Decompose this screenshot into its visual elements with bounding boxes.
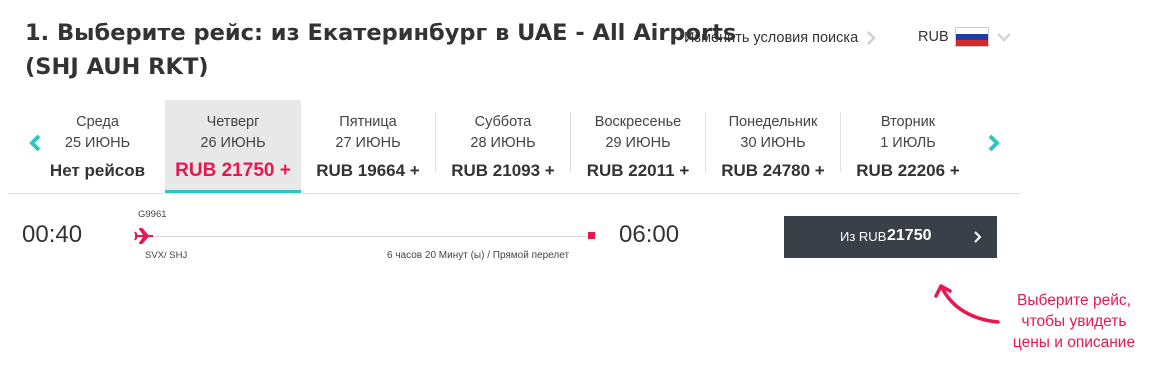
route-line: [150, 236, 588, 237]
day-name: Четверг: [206, 114, 260, 130]
day-price: RUB 24780 +: [721, 161, 825, 180]
day-date: 27 ИЮНЬ: [335, 135, 401, 151]
button-prefix: Из RUB: [840, 229, 887, 244]
day-name: Суббота: [474, 114, 532, 130]
hint-line1: Выберите рейс,: [1017, 292, 1131, 309]
chevron-down-icon: [996, 33, 1011, 42]
currency-code: RUB: [918, 29, 949, 45]
russia-flag-icon: [954, 27, 989, 47]
date-tab-wednesday[interactable]: Среда 25 ИЮНЬ Нет рейсов: [30, 100, 165, 194]
page-title: 1. Выберите рейс: из Екатеринбург в UAE …: [25, 16, 737, 84]
day-price: RUB 22206 +: [856, 161, 960, 180]
currency-selector[interactable]: RUB: [918, 26, 1011, 48]
day-date: 26 ИЮНЬ: [200, 135, 266, 151]
day-name: Воскресенье: [594, 114, 682, 130]
departure-time: 00:40: [22, 221, 83, 248]
route-codes: SVX/ SHJ: [145, 250, 188, 261]
date-tab-tuesday[interactable]: Вторник 1 ИЮЛЬ RUB 22206 +: [841, 100, 975, 194]
day-date: 30 ИЮНЬ: [740, 135, 806, 151]
plane-icon: [134, 228, 153, 244]
day-date: 1 ИЮЛЬ: [880, 135, 936, 151]
day-price: RUB 22011 +: [586, 161, 690, 180]
day-name: Вторник: [880, 114, 936, 130]
day-name: Пятница: [339, 114, 397, 130]
date-tab-saturday[interactable]: Суббота 28 ИЮНЬ RUB 21093 +: [436, 100, 570, 194]
date-tab-thursday[interactable]: Четверг 26 ИЮНЬ RUB 21750 +: [165, 100, 301, 194]
change-search-label: Изменить условия поиска: [684, 30, 859, 46]
chevron-right-icon: [867, 31, 876, 45]
divider-line: [8, 193, 1021, 194]
date-strip: Среда 25 ИЮНЬ Нет рейсов Четверг 26 ИЮНЬ…: [0, 100, 1173, 194]
day-price: RUB 19664 +: [316, 161, 420, 180]
day-date: 28 ИЮНЬ: [470, 135, 536, 151]
arrival-time: 06:00: [619, 221, 680, 248]
page-title-line1: 1. Выберите рейс: из Екатеринбург в UAE …: [25, 20, 737, 46]
chevron-right-icon: [974, 231, 982, 243]
change-search-link[interactable]: Изменить условия поиска: [684, 28, 876, 48]
hint-line3: цены и описание: [1012, 334, 1136, 351]
day-date: 25 ИЮНЬ: [64, 135, 131, 151]
hint-arrow-icon: [934, 284, 1000, 324]
day-price: Нет рейсов: [49, 161, 146, 180]
flight-duration: 6 часов 20 Минут (ы) / Прямой перелет: [387, 250, 570, 261]
flight-code: G9961: [138, 209, 167, 220]
day-name: Понедельник: [728, 114, 818, 130]
select-flight-button[interactable]: Из RUB 21750: [784, 216, 997, 258]
day-name: Среда: [76, 114, 119, 130]
date-tab-monday[interactable]: Понедельник 30 ИЮНЬ RUB 24780 +: [706, 100, 840, 194]
chevron-right-icon[interactable]: [986, 133, 1002, 153]
date-tab-friday[interactable]: Пятница 27 ИЮНЬ RUB 19664 +: [301, 100, 435, 194]
button-price: 21750: [887, 227, 932, 244]
day-price: RUB 21093 +: [451, 161, 555, 180]
page-title-line2: (SHJ AUH RKT): [25, 54, 209, 80]
hint-message: Выберите рейс, чтобы увидеть цены и опис…: [998, 290, 1150, 353]
hint-line2: чтобы увидеть: [1021, 313, 1127, 330]
day-price: RUB 21750 +: [175, 160, 291, 181]
date-tab-sunday[interactable]: Воскресенье 29 ИЮНЬ RUB 22011 +: [571, 100, 705, 194]
day-date: 29 ИЮНЬ: [605, 135, 671, 151]
destination-dot: [588, 232, 595, 239]
